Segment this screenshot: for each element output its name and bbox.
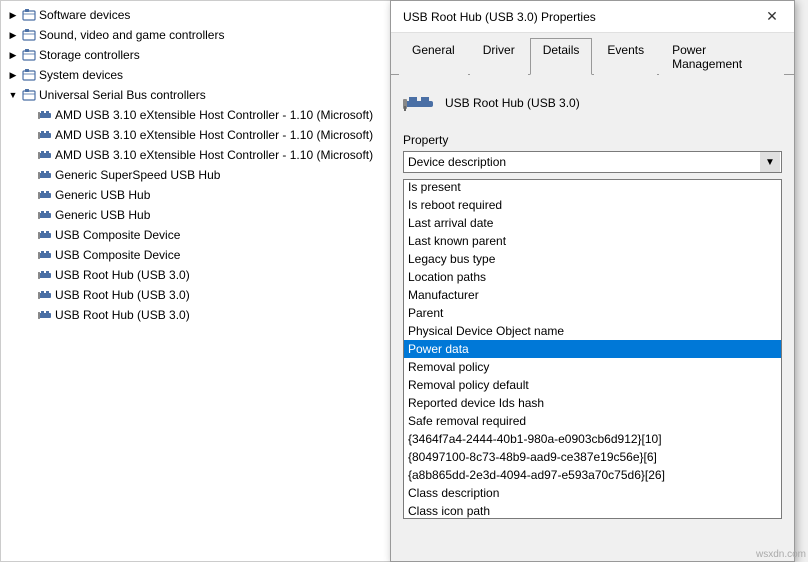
dropdown-container: Device description ▼: [403, 151, 782, 173]
tree-item-amd-usb-1[interactable]: AMD USB 3.10 eXtensible Host Controller …: [1, 105, 394, 125]
dialog-titlebar: USB Root Hub (USB 3.0) Properties ✕: [391, 1, 794, 33]
list-item-physical-device-object-name[interactable]: Physical Device Object name: [404, 322, 781, 340]
device-icon: [37, 227, 53, 243]
list-item-removal-policy-default[interactable]: Removal policy default: [404, 376, 781, 394]
tab-events[interactable]: Events: [594, 38, 657, 75]
property-section: Property Device description ▼: [403, 133, 782, 173]
device-header: USB Root Hub (USB 3.0): [403, 87, 782, 119]
tree-item-storage-controllers[interactable]: Storage controllers: [1, 45, 394, 65]
expand-btn-software-devices[interactable]: [5, 7, 21, 23]
device-icon: [37, 287, 53, 303]
device-icon: [37, 247, 53, 263]
tree-item-label-usb-composite-2: USB Composite Device: [55, 248, 180, 262]
tab-details[interactable]: Details: [530, 38, 593, 75]
tree-item-label-usb-composite-1: USB Composite Device: [55, 228, 180, 242]
tree-item-label-usb-controllers: Universal Serial Bus controllers: [39, 88, 206, 102]
category-icon: [21, 87, 37, 103]
tree-item-amd-usb-3[interactable]: AMD USB 3.10 eXtensible Host Controller …: [1, 145, 394, 165]
tree-item-label-system-devices: System devices: [39, 68, 123, 82]
list-item-reported-device-ids-hash[interactable]: Reported device Ids hash: [404, 394, 781, 412]
device-manager-panel: Software devices Sound, video and game c…: [0, 0, 395, 562]
tree-item-usb-root-hub-1[interactable]: USB Root Hub (USB 3.0): [1, 265, 394, 285]
property-dropdown[interactable]: Device description: [403, 151, 782, 173]
expand-btn-sound-video[interactable]: [5, 27, 21, 43]
properties-dialog: USB Root Hub (USB 3.0) Properties ✕ Gene…: [390, 0, 795, 562]
device-icon: [37, 307, 53, 323]
tab-power[interactable]: Power Management: [659, 38, 784, 75]
list-item-guid1[interactable]: {3464f7a4-2444-40b1-980a-e0903cb6d912}[1…: [404, 430, 781, 448]
device-icon: [37, 127, 53, 143]
tree-item-generic-usb-hub-2[interactable]: Generic USB Hub: [1, 205, 394, 225]
list-item-location-paths[interactable]: Location paths: [404, 268, 781, 286]
tree-item-label-amd-usb-1: AMD USB 3.10 eXtensible Host Controller …: [55, 108, 373, 122]
property-list[interactable]: EnumeratorFirst install dateHas problemI…: [403, 179, 782, 519]
category-icon: [21, 67, 37, 83]
category-icon: [21, 47, 37, 63]
tree-item-amd-usb-2[interactable]: AMD USB 3.10 eXtensible Host Controller …: [1, 125, 394, 145]
list-item-manufacturer[interactable]: Manufacturer: [404, 286, 781, 304]
tree-item-usb-composite-1[interactable]: USB Composite Device: [1, 225, 394, 245]
expand-btn-system-devices[interactable]: [5, 67, 21, 83]
dialog-tabs: GeneralDriverDetailsEventsPower Manageme…: [391, 33, 794, 75]
category-icon: [21, 27, 37, 43]
expand-btn-usb-controllers[interactable]: [5, 87, 21, 103]
list-item-is-present[interactable]: Is present: [404, 179, 781, 196]
dialog-content: USB Root Hub (USB 3.0) Property Device d…: [391, 75, 794, 531]
category-icon: [21, 7, 37, 23]
list-item-power-data[interactable]: Power data: [404, 340, 781, 358]
property-label: Property: [403, 133, 782, 147]
device-icon: [403, 87, 435, 119]
tree-item-usb-controllers[interactable]: Universal Serial Bus controllers: [1, 85, 394, 105]
tree-item-usb-composite-2[interactable]: USB Composite Device: [1, 245, 394, 265]
list-item-legacy-bus-type[interactable]: Legacy bus type: [404, 250, 781, 268]
device-icon: [37, 267, 53, 283]
list-item-last-arrival-date[interactable]: Last arrival date: [404, 214, 781, 232]
tree-item-label-usb-root-hub-2: USB Root Hub (USB 3.0): [55, 288, 190, 302]
tree-item-software-devices[interactable]: Software devices: [1, 5, 394, 25]
tree-item-label-generic-usb-hub-1: Generic USB Hub: [55, 188, 150, 202]
tree-item-label-software-devices: Software devices: [39, 8, 130, 22]
dialog-close-button[interactable]: ✕: [762, 7, 782, 27]
tree-item-label-usb-root-hub-3: USB Root Hub (USB 3.0): [55, 308, 190, 322]
list-item-class-description[interactable]: Class description: [404, 484, 781, 502]
list-item-parent[interactable]: Parent: [404, 304, 781, 322]
list-item-last-known-parent[interactable]: Last known parent: [404, 232, 781, 250]
list-item-removal-policy[interactable]: Removal policy: [404, 358, 781, 376]
device-icon: [37, 107, 53, 123]
tab-driver[interactable]: Driver: [470, 38, 528, 75]
device-name: USB Root Hub (USB 3.0): [445, 96, 580, 110]
list-item-guid2[interactable]: {80497100-8c73-48b9-aad9-ce387e19c56e}[6…: [404, 448, 781, 466]
device-icon: [37, 207, 53, 223]
device-tree: Software devices Sound, video and game c…: [1, 1, 394, 329]
device-icon: [37, 147, 53, 163]
list-item-safe-removal-required[interactable]: Safe removal required: [404, 412, 781, 430]
dialog-title: USB Root Hub (USB 3.0) Properties: [403, 10, 596, 24]
list-item-is-reboot-required[interactable]: Is reboot required: [404, 196, 781, 214]
tree-item-label-generic-superspeed: Generic SuperSpeed USB Hub: [55, 168, 220, 182]
tree-item-label-sound-video: Sound, video and game controllers: [39, 28, 224, 42]
watermark: wsxdn.com: [756, 549, 806, 560]
tree-item-label-amd-usb-2: AMD USB 3.10 eXtensible Host Controller …: [55, 128, 373, 142]
tree-item-label-storage-controllers: Storage controllers: [39, 48, 140, 62]
tree-item-label-usb-root-hub-1: USB Root Hub (USB 3.0): [55, 268, 190, 282]
tree-item-label-amd-usb-3: AMD USB 3.10 eXtensible Host Controller …: [55, 148, 373, 162]
tree-item-label-generic-usb-hub-2: Generic USB Hub: [55, 208, 150, 222]
device-icon: [37, 187, 53, 203]
device-icon: [37, 167, 53, 183]
tree-item-system-devices[interactable]: System devices: [1, 65, 394, 85]
tree-item-usb-root-hub-3[interactable]: USB Root Hub (USB 3.0): [1, 305, 394, 325]
expand-btn-storage-controllers[interactable]: [5, 47, 21, 63]
list-item-guid3[interactable]: {a8b865dd-2e3d-4094-ad97-e593a70c75d6}[2…: [404, 466, 781, 484]
list-item-class-icon-path[interactable]: Class icon path: [404, 502, 781, 519]
tree-item-sound-video[interactable]: Sound, video and game controllers: [1, 25, 394, 45]
tab-general[interactable]: General: [399, 38, 468, 75]
tree-item-usb-root-hub-2[interactable]: USB Root Hub (USB 3.0): [1, 285, 394, 305]
tree-item-generic-usb-hub-1[interactable]: Generic USB Hub: [1, 185, 394, 205]
tree-item-generic-superspeed[interactable]: Generic SuperSpeed USB Hub: [1, 165, 394, 185]
